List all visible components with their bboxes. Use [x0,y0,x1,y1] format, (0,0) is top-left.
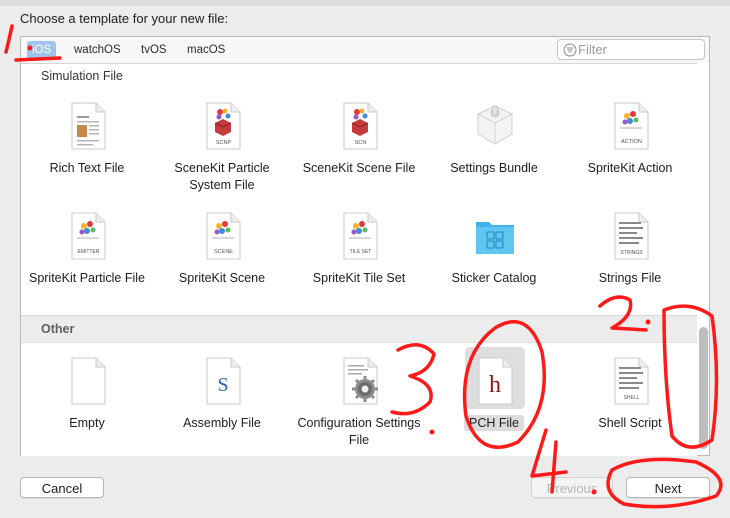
svg-text:EMITTER: EMITTER [78,249,100,255]
template-label: SpriteKit Particle File [28,271,145,285]
tab-watchos[interactable]: watchOS [69,41,126,59]
section-title-other: Other [41,322,75,336]
template-spritekit-particle-file[interactable]: EMITTER SpriteKit Particle File [21,202,153,312]
spritekit-tileset-icon: TILE SET [343,212,378,260]
shell-script-icon: SHELL [614,357,649,405]
rich-text-document-icon [71,102,106,150]
template-grid: Simulation File Rich Text File SCNP Scen… [21,63,697,456]
window-top-edge [0,0,730,6]
configuration-settings-icon [343,357,378,405]
filter-icon [563,43,577,57]
vertical-scrollbar-thumb[interactable] [699,327,708,449]
svg-text:TILE SET: TILE SET [350,249,372,255]
template-label: SpriteKit Scene [178,271,266,285]
tab-macos[interactable]: macOS [182,41,230,59]
template-pch-file[interactable]: h PCH File [428,347,560,456]
template-label: Assembly File [183,416,261,430]
sticker-catalog-folder-icon [476,222,514,254]
template-spritekit-scene[interactable]: SCENE SpriteKit Scene [156,202,288,312]
template-label: SceneKit Particle System File [174,161,270,192]
scenekit-scene-icon: SCN [343,102,378,150]
svg-text:SCN: SCN [355,140,367,146]
template-label: SceneKit Scene File [302,161,416,175]
template-label: Settings Bundle [450,161,538,175]
next-button[interactable]: Next [626,477,710,498]
settings-bundle-icon [477,105,513,145]
svg-text:h: h [489,372,501,398]
section-header-other: Other [21,315,697,343]
template-configuration-settings-file[interactable]: Configuration Settings File [293,347,425,456]
template-scenekit-particle-system-file[interactable]: SCNP SceneKit Particle System File [156,92,288,202]
spritekit-scene-icon: SCENE [206,212,241,260]
template-settings-bundle[interactable]: Settings Bundle [428,92,560,202]
template-shell-script[interactable]: SHELL Shell Script [564,347,696,456]
tab-ios[interactable]: iOS [27,41,57,59]
template-strings-file[interactable]: STRINGS Strings File [564,202,696,312]
platform-tab-bar: iOS watchOS tvOS macOS [21,37,709,63]
template-label: Shell Script [598,416,662,430]
template-chooser: iOS watchOS tvOS macOS Simulation File [20,36,710,456]
annotation-number-one-stroke [4,24,14,54]
svg-text:SCNP: SCNP [216,140,232,146]
tab-tvos[interactable]: tvOS [136,41,172,59]
scenekit-particle-icon: SCNP [206,102,241,150]
template-spritekit-action[interactable]: ACTION SpriteKit Action [564,92,696,202]
template-label: PCH File [428,415,560,432]
assembly-file-icon: S [206,357,241,405]
spritekit-action-icon: ACTION [614,102,649,150]
svg-text:SHELL: SHELL [624,395,640,401]
svg-text:STRINGS: STRINGS [620,250,643,256]
dialog-prompt: Choose a template for your new file: [20,11,229,26]
template-label: Configuration Settings File [297,416,421,447]
svg-text:ACTION: ACTION [621,139,642,145]
template-label: Strings File [598,271,662,285]
strings-file-icon: STRINGS [614,212,649,260]
template-scenekit-scene-file[interactable]: SCN SceneKit Scene File [293,92,425,202]
filter-input[interactable] [578,41,698,58]
svg-text:S: S [217,374,228,396]
template-spritekit-tile-set[interactable]: TILE SET SpriteKit Tile Set [293,202,425,312]
filter-field[interactable] [557,39,705,60]
previous-button[interactable]: Previous [531,477,613,498]
svg-text:SCENE: SCENE [214,249,233,255]
template-label: Empty [69,416,105,430]
template-label: Sticker Catalog [451,271,537,285]
template-label: SpriteKit Tile Set [312,271,406,285]
cancel-button[interactable]: Cancel [20,477,104,498]
pch-file-icon: h [478,357,513,405]
template-label: Rich Text File [49,161,125,175]
section-label-simulation: Simulation File [41,69,123,83]
template-empty[interactable]: Empty [21,347,153,456]
template-assembly-file[interactable]: S Assembly File [156,347,288,456]
template-rich-text-file[interactable]: Rich Text File [21,92,153,202]
template-sticker-catalog[interactable]: Sticker Catalog [428,202,560,312]
empty-file-icon [71,357,106,405]
spritekit-particle-icon: EMITTER [71,212,106,260]
template-label: SpriteKit Action [587,161,673,175]
